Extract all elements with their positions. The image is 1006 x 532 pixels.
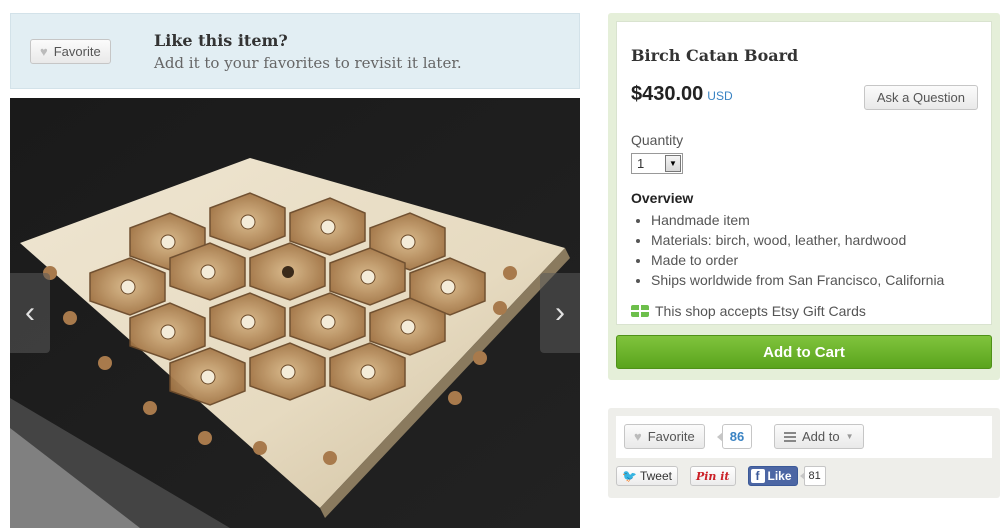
facebook-icon: f: [750, 469, 765, 483]
list-icon: [784, 431, 796, 442]
facebook-like-button[interactable]: f Like: [747, 466, 798, 486]
listing-details: Birch Catan Board $430.00 USD Ask a Quest…: [616, 21, 992, 325]
add-to-label: Add to: [802, 429, 840, 444]
pinterest-button[interactable]: Pin it: [689, 466, 736, 486]
overview-item: Ships worldwide from San Francisco, Cali…: [651, 270, 944, 290]
gift-card-text: This shop accepts Etsy Gift Cards: [655, 303, 866, 319]
overview-item: Made to order: [651, 250, 944, 270]
heart-icon: ♥: [40, 44, 48, 59]
gift-card-notice: This shop accepts Etsy Gift Cards: [631, 303, 866, 319]
add-to-cart-button[interactable]: Add to Cart: [616, 335, 992, 369]
chevron-right-icon: ›: [555, 296, 565, 329]
price: $430.00 USD: [631, 83, 733, 106]
quantity-select[interactable]: 1 ▼: [631, 153, 683, 174]
banner-favorite-label: Favorite: [53, 44, 101, 59]
ask-question-button[interactable]: Ask a Question: [863, 85, 978, 110]
twitter-bird-icon: 🐦: [622, 469, 637, 483]
previous-image-button[interactable]: ‹: [10, 273, 50, 353]
currency-code: USD: [707, 89, 733, 103]
price-value: $430.00: [631, 83, 704, 105]
overview-item: Handmade item: [651, 210, 944, 230]
tweet-label: Tweet: [639, 469, 672, 483]
like-label: Like: [767, 469, 792, 483]
chevron-left-icon: ‹: [25, 296, 35, 329]
favorite-bar: ♥ Favorite 86 Add to ▼: [616, 416, 992, 458]
overview-item: Materials: birch, wood, leather, hardwoo…: [651, 230, 944, 250]
heart-icon: ♥: [634, 429, 642, 444]
share-row: 🐦 Tweet Pin it f Like 81: [616, 466, 826, 486]
listing-title: Birch Catan Board: [631, 46, 799, 65]
gift-card-icon: [631, 305, 649, 317]
favorite-label: Favorite: [647, 429, 695, 444]
quantity-value: 1: [637, 156, 645, 171]
social-box: ♥ Favorite 86 Add to ▼ 🐦 Tweet Pin it f …: [608, 408, 1000, 498]
listing-photo: [10, 98, 580, 528]
ask-question-label: Ask a Question: [876, 90, 965, 105]
favorite-button[interactable]: ♥ Favorite: [624, 424, 705, 449]
dropdown-arrow-icon: ▼: [665, 155, 681, 172]
banner-subtitle: Add it to your favorites to revisit it l…: [154, 54, 462, 72]
pinit-label: Pin it: [695, 469, 730, 483]
overview-list: Handmade item Materials: birch, wood, le…: [651, 210, 944, 290]
add-to-cart-label: Add to Cart: [763, 343, 845, 361]
next-image-button[interactable]: ›: [540, 273, 580, 353]
quantity-label: Quantity: [631, 132, 684, 148]
banner-favorite-button[interactable]: ♥ Favorite: [30, 39, 111, 64]
like-count: 81: [799, 466, 826, 486]
chevron-down-icon: ▼: [845, 432, 854, 441]
listing-image-viewer[interactable]: ‹ ›: [10, 98, 580, 528]
tweet-button[interactable]: 🐦 Tweet: [616, 466, 678, 486]
overview-heading: Overview: [631, 190, 694, 206]
buy-box: Birch Catan Board $430.00 USD Ask a Quest…: [608, 13, 1000, 380]
add-to-list-button[interactable]: Add to ▼: [774, 424, 864, 449]
favorite-count[interactable]: 86: [717, 424, 752, 449]
banner-title: Like this item?: [154, 31, 288, 50]
favorite-banner: ♥ Favorite Like this item? Add it to you…: [10, 13, 580, 89]
